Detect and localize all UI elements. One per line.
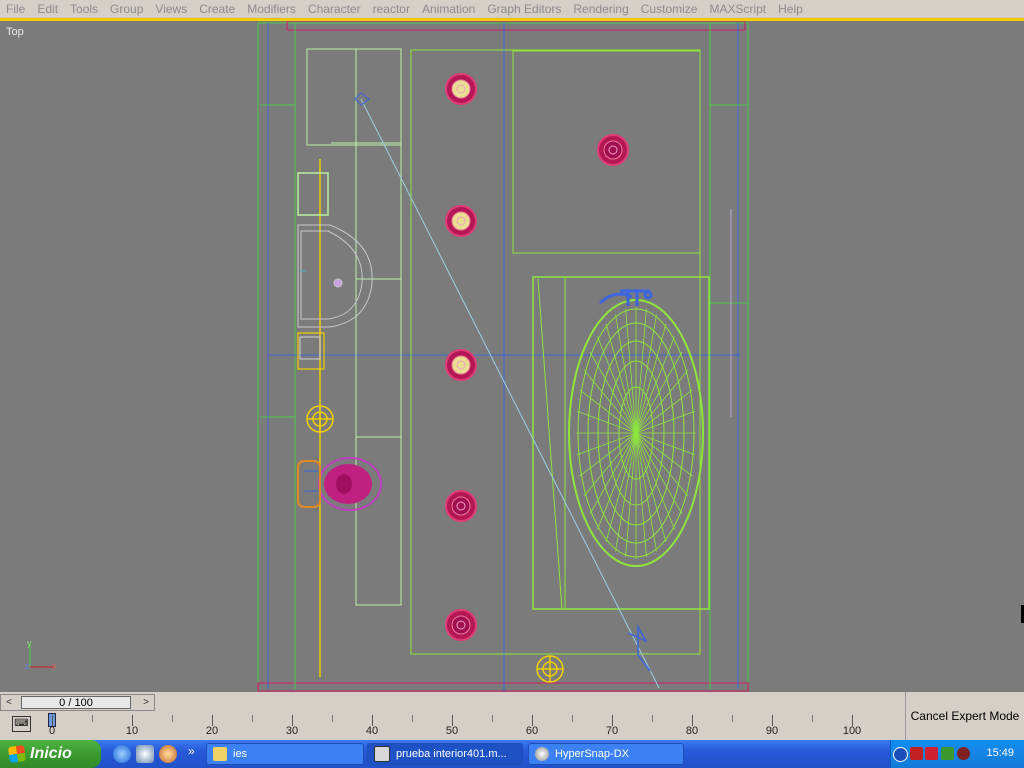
- cabinet-top: [306, 48, 402, 146]
- menu-reactor[interactable]: reactor: [367, 0, 416, 18]
- menu-rendering[interactable]: Rendering: [567, 0, 634, 18]
- timeline-tick-label: 40: [365, 725, 379, 737]
- menu-file[interactable]: File: [0, 0, 31, 18]
- axis-x-label: x: [52, 661, 57, 671]
- clock: 15:49: [986, 747, 1014, 759]
- timeline-tick-label: 60: [525, 725, 539, 737]
- cancel-expert-mode-button[interactable]: Cancel Expert Mode: [905, 692, 1024, 740]
- timeline-tick-label: 30: [285, 725, 299, 737]
- menu-create[interactable]: Create: [193, 0, 241, 18]
- spot-light[interactable]: [445, 609, 477, 641]
- taskbar: Inicio » ies prueba interior401.m... Hyp…: [0, 740, 1024, 768]
- key-mode-icon[interactable]: ⌨: [12, 716, 31, 732]
- spot-light[interactable]: [445, 73, 477, 105]
- spot-light[interactable]: [597, 134, 629, 166]
- spot-light[interactable]: [445, 205, 477, 237]
- bathtub-ledge: [537, 278, 563, 610]
- toilet[interactable]: [297, 457, 382, 511]
- menu-help[interactable]: Help: [772, 0, 809, 18]
- internet-explorer-icon[interactable]: [113, 745, 131, 763]
- room-outer-wall: [257, 22, 749, 692]
- folder-icon: [213, 747, 227, 761]
- timeline-tick-label: 0: [48, 725, 56, 737]
- hypersnap-icon: [535, 747, 549, 761]
- axis-y-label: y: [27, 638, 32, 648]
- system-tray: 15:49: [890, 740, 1024, 768]
- tray-app-icon[interactable]: [957, 747, 970, 760]
- yellow-light-bottom[interactable]: [536, 655, 564, 683]
- top-wall-beam: [286, 21, 746, 31]
- timeline-tick: [252, 715, 253, 722]
- time-slider-value[interactable]: 0 / 100: [21, 696, 131, 709]
- camera-marker[interactable]: [354, 92, 370, 106]
- tray-network-icon[interactable]: [910, 747, 923, 760]
- timeline-panel: < 0 / 100 > ⌨ 0 10 20 30 40 50 60 70 80 90 100: [0, 692, 1024, 740]
- task-label: prueba interior401.m...: [396, 748, 507, 760]
- start-label: Inicio: [30, 745, 72, 762]
- scene-wireframe[interactable]: y x z: [0, 21, 1024, 692]
- timeline-tick: [492, 715, 493, 722]
- faucet[interactable]: [598, 289, 653, 306]
- menu-tools[interactable]: Tools: [64, 0, 104, 18]
- spot-light[interactable]: [445, 490, 477, 522]
- windows-logo-icon: [7, 744, 27, 764]
- menu-views[interactable]: Views: [149, 0, 193, 18]
- timeline-tick-label: 70: [605, 725, 619, 737]
- sink[interactable]: [297, 224, 373, 328]
- timeline-tick: [92, 715, 93, 722]
- menu-customize[interactable]: Customize: [635, 0, 704, 18]
- menu-graph-editors[interactable]: Graph Editors: [481, 0, 567, 18]
- axis-gizmo: [29, 643, 54, 668]
- task-3dsmax[interactable]: prueba interior401.m...: [367, 743, 523, 765]
- timeline-tick-label: 80: [685, 725, 699, 737]
- menu-group[interactable]: Group: [104, 0, 149, 18]
- timeline-tick: [732, 715, 733, 722]
- timeline-tick: [572, 715, 573, 722]
- timeline-tick: [812, 715, 813, 722]
- tray-expand-icon[interactable]: [893, 747, 908, 762]
- time-slider[interactable]: < 0 / 100 >: [0, 694, 155, 711]
- cabinet-small[interactable]: [297, 172, 329, 216]
- task-label: ies: [233, 748, 248, 760]
- menu-animation[interactable]: Animation: [416, 0, 481, 18]
- desktop-icon[interactable]: [136, 745, 154, 763]
- bathtub-enclosure: [532, 276, 710, 610]
- next-frame-button[interactable]: >: [140, 697, 152, 708]
- timeline-tick: [652, 715, 653, 722]
- start-button[interactable]: Inicio: [0, 740, 101, 768]
- timeline-tick: [172, 715, 173, 722]
- menu-modifiers[interactable]: Modifiers: [241, 0, 302, 18]
- tray-antivirus-icon[interactable]: [925, 747, 938, 760]
- timeline-track[interactable]: ⌨ 0 10 20 30 40 50 60 70 80 90 100: [0, 713, 905, 739]
- bottom-wall-beam: [257, 682, 749, 692]
- timeline-tick: [332, 715, 333, 722]
- task-hypersnap[interactable]: HyperSnap-DX: [528, 743, 684, 765]
- menu-character[interactable]: Character: [302, 0, 367, 18]
- timeline-tick-label: 10: [125, 725, 139, 737]
- tray-volume-icon[interactable]: [941, 747, 954, 760]
- timeline-tick-label: 90: [765, 725, 779, 737]
- menu-bar: File Edit Tools Group Views Create Modifiers Ch…: [0, 0, 1024, 19]
- counter-strip: [355, 48, 402, 606]
- timeline-tick-label: 20: [205, 725, 219, 737]
- viewport-top[interactable]: Top y x z: [0, 19, 1024, 692]
- timeline-tick: [412, 715, 413, 722]
- timeline-tick-label: 50: [445, 725, 459, 737]
- app-quicklaunch-icon[interactable]: [159, 745, 177, 763]
- bathtub-basin[interactable]: [568, 299, 704, 567]
- cabinet-inner: [299, 336, 321, 360]
- timeline-tick-label: 100: [842, 725, 862, 737]
- 3dsmax-icon: [374, 746, 390, 762]
- yellow-light-left[interactable]: [306, 405, 334, 433]
- axis-z-label: z: [25, 661, 30, 671]
- task-ies[interactable]: ies: [206, 743, 364, 765]
- menu-maxscript[interactable]: MAXScript: [703, 0, 772, 18]
- spot-light[interactable]: [445, 349, 477, 381]
- menu-edit[interactable]: Edit: [31, 0, 64, 18]
- task-label: HyperSnap-DX: [555, 748, 629, 760]
- prev-frame-button[interactable]: <: [3, 697, 15, 708]
- quicklaunch-chevron[interactable]: »: [188, 744, 195, 758]
- target-line: [360, 98, 660, 689]
